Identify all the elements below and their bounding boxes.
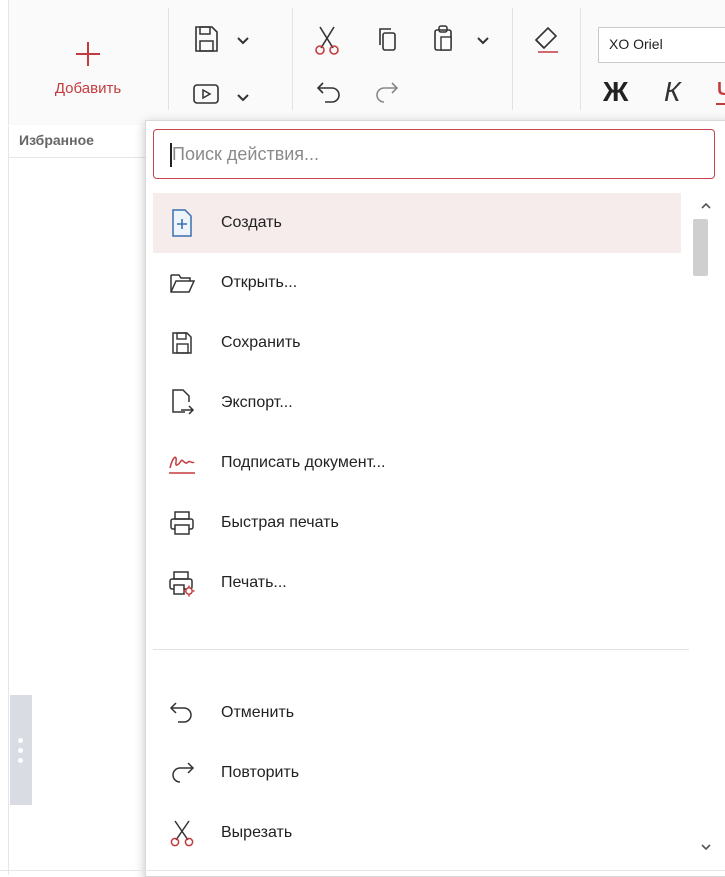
menu-item-save[interactable]: Сохранить xyxy=(153,313,681,373)
panel-resize-handle[interactable] xyxy=(10,695,32,805)
scrollbar-thumb[interactable] xyxy=(693,219,708,276)
text-caret xyxy=(170,143,172,167)
ribbon-separator xyxy=(512,8,513,110)
menu-item-label: Открыть... xyxy=(221,274,298,291)
search-box[interactable] xyxy=(153,129,715,179)
menu-item-label: Отменить xyxy=(221,704,295,721)
scroll-up-arrow-icon[interactable] xyxy=(700,202,712,210)
printer-icon xyxy=(170,511,194,535)
chevron-down-icon[interactable] xyxy=(236,36,250,46)
search-input[interactable] xyxy=(172,142,692,166)
favorites-label: Избранное xyxy=(19,132,94,148)
undo-icon[interactable] xyxy=(315,80,345,106)
signature-icon xyxy=(169,456,195,474)
menu-item-label: Быстрая печать xyxy=(221,514,339,531)
paste-icon[interactable] xyxy=(430,22,458,54)
window-bottom-border xyxy=(0,870,725,871)
undo-icon xyxy=(169,702,192,723)
menu-divider xyxy=(153,649,689,650)
menu-item-undo[interactable]: Отменить xyxy=(153,683,681,743)
scroll-down-arrow-icon[interactable] xyxy=(700,843,712,851)
menu-item-label: Печать... xyxy=(221,574,287,591)
cut-icon xyxy=(170,820,194,847)
chevron-down-icon[interactable] xyxy=(236,93,250,103)
redo-icon[interactable] xyxy=(371,80,401,106)
menu-item-label: Сохранить xyxy=(221,334,301,351)
ribbon-separator xyxy=(168,8,169,110)
add-button[interactable]: Добавить xyxy=(33,28,143,108)
export-icon xyxy=(172,389,195,415)
menu-item-create[interactable]: Создать xyxy=(153,193,681,253)
add-label: Добавить xyxy=(54,80,122,97)
app-window: Добавить XO Oriel Ж К Избранное Поиск де… xyxy=(0,0,725,877)
menu-item-open[interactable]: Открыть... xyxy=(153,253,681,313)
italic-button[interactable]: К xyxy=(664,76,681,108)
menu-item-label: Экспорт... xyxy=(221,394,293,411)
chevron-down-icon[interactable] xyxy=(476,36,490,46)
new-document-icon xyxy=(172,209,192,237)
menu-item-sign[interactable]: Подписать документ... xyxy=(153,433,681,493)
save-icon xyxy=(172,332,192,354)
actions-popup: Создать Открыть... Сохранить xyxy=(145,120,725,877)
menu-item-quick-print[interactable]: Быстрая печать xyxy=(153,493,681,553)
bold-button[interactable]: Ж xyxy=(603,76,628,108)
menu-item-label: Повторить xyxy=(221,764,300,781)
menu-item-cut[interactable]: Вырезать xyxy=(153,803,681,863)
underline-button[interactable]: Ч xyxy=(716,76,725,108)
folder-open-icon xyxy=(170,274,196,293)
menu-item-redo[interactable]: Повторить xyxy=(153,743,681,803)
menu-item-label: Подписать документ... xyxy=(221,454,386,471)
plus-icon xyxy=(76,42,100,66)
ribbon-separator xyxy=(580,8,581,110)
font-name-select[interactable]: XO Oriel xyxy=(598,27,725,63)
menu-item-label: Создать xyxy=(221,214,282,231)
menu-item-export[interactable]: Экспорт... xyxy=(153,373,681,433)
redo-icon xyxy=(172,762,195,783)
copy-icon[interactable] xyxy=(375,24,399,54)
menu-item-label: Вырезать xyxy=(221,824,293,841)
save-icon[interactable] xyxy=(193,24,219,54)
menu-item-print[interactable]: Печать... xyxy=(153,553,681,613)
print-settings-icon xyxy=(169,571,195,597)
cut-icon[interactable] xyxy=(313,24,341,56)
ribbon-toolbar: Добавить XO Oriel Ж К xyxy=(8,0,725,125)
ribbon-separator xyxy=(292,8,293,110)
favorites-divider xyxy=(9,157,149,158)
eraser-icon[interactable] xyxy=(530,22,562,54)
play-icon[interactable] xyxy=(192,82,220,106)
